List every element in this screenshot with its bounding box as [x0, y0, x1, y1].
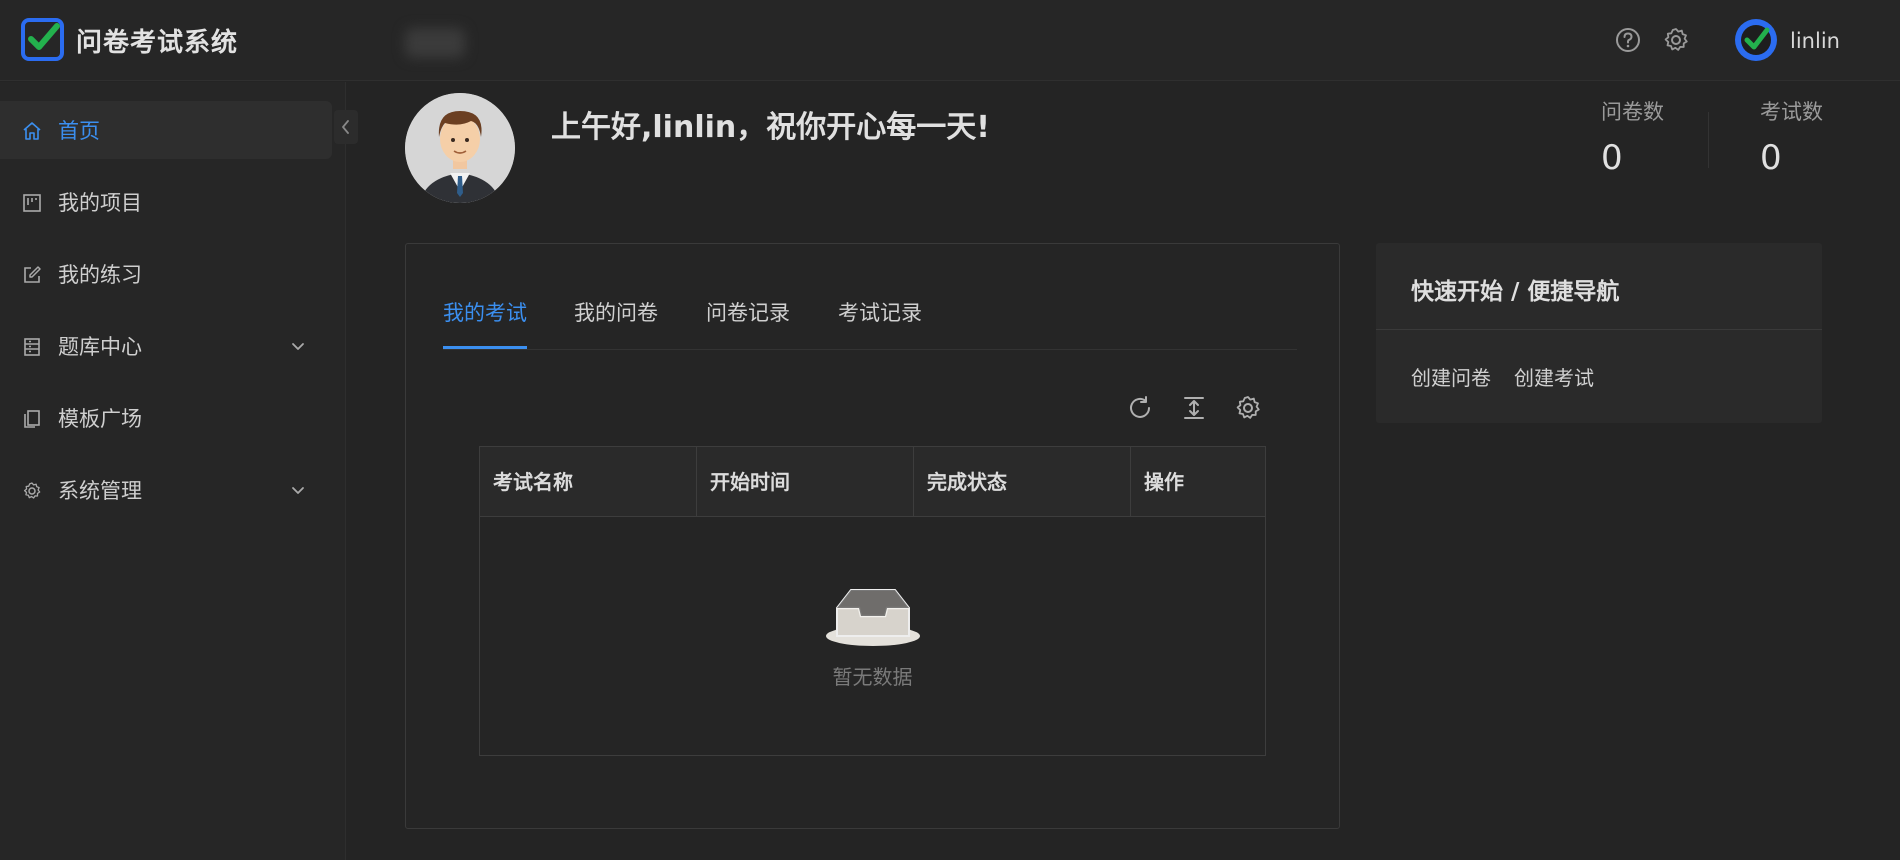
column-header-status[interactable]: 完成状态: [914, 447, 1131, 517]
template-icon: [24, 410, 40, 428]
collapse-sidebar-icon[interactable]: [334, 110, 358, 144]
exam-list-card: 我的考试 我的问卷 问卷记录 考试记录 考试名称 开始时间 完成状态 操作 暂无…: [405, 243, 1340, 829]
sidebar-item-label: 模板广场: [58, 407, 142, 431]
sidebar-item-system[interactable]: 系统管理: [0, 461, 332, 519]
app-title: 问卷考试系统: [76, 28, 239, 58]
sidebar-item-projects[interactable]: 我的项目: [0, 173, 332, 231]
gear-icon[interactable]: [1662, 26, 1690, 54]
sidebar-item-label: 系统管理: [58, 479, 142, 503]
settings-icon: [23, 482, 41, 499]
stat-divider: [1708, 112, 1709, 168]
sidebar-item-label: 我的项目: [58, 191, 142, 215]
tab-my-exams[interactable]: 我的考试: [443, 300, 527, 350]
stat-value: 0: [1760, 138, 1782, 178]
sidebar-item-label: 我的练习: [58, 263, 142, 287]
chevron-down-icon[interactable]: [290, 338, 306, 354]
table-header: 考试名称 开始时间 完成状态 操作: [480, 447, 1265, 517]
column-header-actions[interactable]: 操作: [1131, 447, 1265, 517]
user-name[interactable]: linlin: [1790, 29, 1840, 53]
stat-label: 问卷数: [1601, 100, 1664, 124]
quick-nav-title: 快速开始 / 便捷导航: [1411, 279, 1620, 305]
sidebar-item-question-bank[interactable]: 题库中心: [0, 317, 332, 375]
exam-table: 考试名称 开始时间 完成状态 操作 暂无数据: [479, 446, 1266, 756]
refresh-icon[interactable]: [1126, 394, 1154, 422]
stat-value: 0: [1601, 138, 1623, 178]
stat-survey-count: 问卷数 0: [1601, 96, 1664, 178]
sidebar-item-practice[interactable]: 我的练习: [0, 245, 332, 303]
home-icon: [23, 122, 41, 140]
greeting-text: 上午好,linlin，祝你开心每一天!: [551, 110, 990, 145]
edit-icon: [24, 266, 41, 283]
density-icon[interactable]: [1180, 394, 1208, 422]
create-survey-link[interactable]: 创建问卷: [1411, 362, 1491, 391]
create-exam-link[interactable]: 创建考试: [1514, 362, 1594, 391]
sidebar-item-label: 题库中心: [58, 335, 142, 359]
tab-my-surveys[interactable]: 我的问卷: [574, 300, 658, 350]
top-header: 问卷考试系统 linlin: [0, 0, 1900, 81]
sidebar: 首页 我的项目 我的练习 题库中心 模板广场 系统管理: [0, 82, 346, 860]
column-header-start-time[interactable]: 开始时间: [697, 447, 914, 517]
profile-avatar: [405, 93, 515, 203]
tab-active-indicator: [443, 346, 527, 349]
quick-nav-card: 快速开始 / 便捷导航 创建问卷 创建考试: [1376, 243, 1822, 423]
logo-icon: [21, 18, 64, 61]
tab-survey-records[interactable]: 问卷记录: [706, 300, 790, 350]
tab-exam-records[interactable]: 考试记录: [838, 300, 922, 350]
chevron-down-icon[interactable]: [290, 482, 306, 498]
empty-state-text: 暂无数据: [832, 665, 913, 689]
sidebar-item-templates[interactable]: 模板广场: [0, 389, 332, 447]
divider: [1376, 329, 1822, 330]
user-avatar-icon[interactable]: [1734, 18, 1778, 62]
empty-inbox-icon: [826, 589, 920, 646]
project-icon: [23, 194, 41, 212]
question-bank-icon: [24, 338, 40, 356]
stat-label: 考试数: [1760, 100, 1823, 124]
sidebar-item-home[interactable]: 首页: [0, 101, 332, 159]
help-icon[interactable]: [1614, 26, 1642, 54]
sidebar-item-label: 首页: [58, 119, 100, 143]
stat-exam-count: 考试数 0: [1760, 96, 1823, 178]
column-settings-icon[interactable]: [1234, 394, 1262, 422]
tab-bar: 我的考试 我的问卷 问卷记录 考试记录: [443, 300, 1297, 350]
blurred-breadcrumb: [405, 28, 465, 58]
column-header-exam-name[interactable]: 考试名称: [480, 447, 697, 517]
